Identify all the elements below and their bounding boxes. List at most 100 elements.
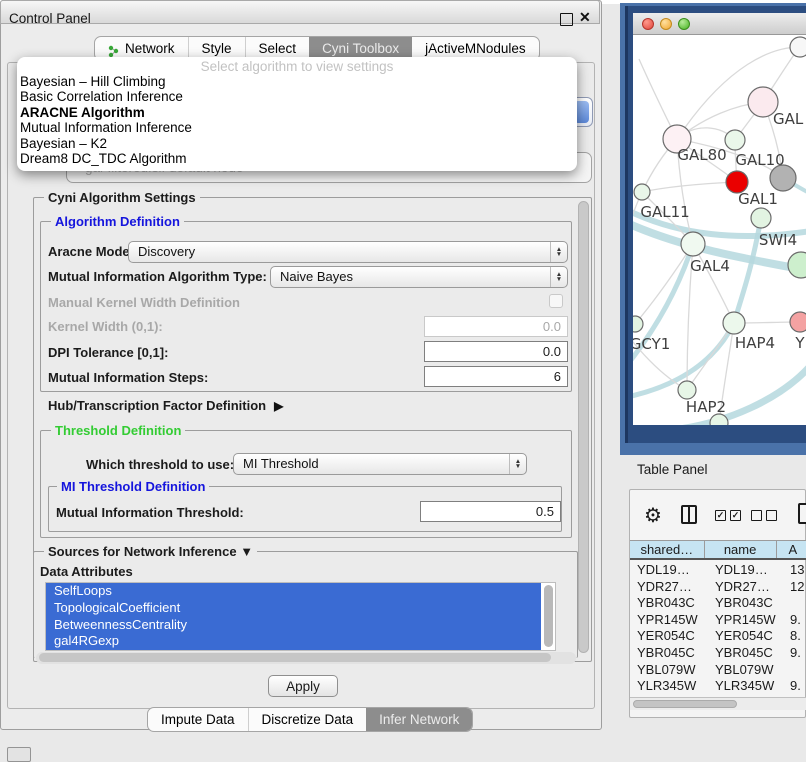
table-row[interactable]: YBL079WYBL079W: [630, 662, 806, 679]
network-node-label: GAL4: [690, 257, 730, 275]
table-panel-title: Table Panel: [637, 462, 708, 477]
column-header-name[interactable]: name: [705, 541, 777, 558]
column-header-shared-name[interactable]: shared…: [630, 541, 705, 558]
network-canvas[interactable]: GALGAL80GAL10GAL1GAL11SWI4GAL4GCY1HAP4YH…: [633, 35, 806, 425]
close-traffic-light-icon[interactable]: [642, 18, 654, 30]
select-all-checkbox-icon-2[interactable]: ✓: [730, 510, 741, 521]
network-node-GAL11[interactable]: [634, 184, 650, 200]
window-title: Control Panel: [9, 11, 91, 26]
network-node-GAL4[interactable]: [681, 232, 705, 256]
manual-kernel-width-checkbox[interactable]: [549, 294, 563, 308]
float-window-icon[interactable]: [560, 13, 573, 26]
tab-impute-data[interactable]: Impute Data: [148, 708, 248, 731]
table-horizontal-scrollbar[interactable]: [633, 700, 737, 708]
network-node-label: GAL80: [677, 146, 726, 164]
aracne-mode-combo[interactable]: Discovery ▲▼: [128, 241, 568, 263]
cyni-algorithm-settings-title: Cyni Algorithm Settings: [44, 190, 200, 205]
mi-threshold-definition-title: MI Threshold Definition: [57, 479, 209, 494]
table-horizontal-scrollbar-track: [630, 697, 806, 710]
combo-stepper-icon: ▲▼: [550, 242, 567, 262]
minimize-traffic-light-icon[interactable]: [660, 18, 672, 30]
dpi-tolerance-field[interactable]: 0.0: [424, 341, 568, 362]
network-node-gray-node[interactable]: [770, 165, 796, 191]
popup-item-basic-correlation[interactable]: Basic Correlation Inference: [17, 89, 577, 104]
popup-item-aracne[interactable]: ARACNE Algorithm: [17, 105, 577, 120]
mi-steps-label: Mutual Information Steps:: [48, 370, 208, 385]
which-threshold-combo[interactable]: MI Threshold ▲▼: [233, 453, 527, 475]
aracne-mode-label: Aracne Mode:: [48, 244, 134, 259]
table-row[interactable]: YBR043CYBR043C: [630, 595, 806, 612]
zoom-traffic-light-icon[interactable]: [678, 18, 690, 30]
network-node-GCY1[interactable]: [633, 316, 643, 332]
network-graph-icon: [108, 42, 120, 55]
chevron-right-icon: ▶: [274, 399, 283, 413]
network-node-HAP2[interactable]: [678, 381, 696, 399]
select-all-checkbox-icon[interactable]: ✓: [715, 510, 726, 521]
gear-icon[interactable]: ⚙: [644, 503, 662, 528]
network-node-label: GAL11: [640, 203, 689, 221]
network-node-label: Y: [794, 334, 805, 352]
apply-button[interactable]: Apply: [268, 675, 338, 697]
algorithm-definition-title: Algorithm Definition: [51, 214, 184, 229]
network-node-Y-pink[interactable]: [790, 312, 806, 332]
table-row[interactable]: YBR045CYBR045C9.: [630, 645, 806, 662]
kernel-width-label: Kernel Width (0,1):: [48, 319, 163, 334]
table-row[interactable]: YLR345WYLR345W9.: [630, 678, 806, 695]
popup-item-dream8[interactable]: Dream8 DC_TDC Algorithm: [17, 151, 577, 166]
list-item-selfloops[interactable]: SelfLoops: [46, 583, 541, 600]
tab-discretize-data[interactable]: Discretize Data: [248, 708, 367, 731]
network-node-GAL10[interactable]: [725, 130, 745, 150]
deselect-checkbox-icon[interactable]: [751, 510, 762, 521]
table-row[interactable]: YPR145WYPR145W9.: [630, 612, 806, 629]
bottom-tabbar: Impute Data Discretize Data Infer Networ…: [147, 707, 473, 732]
list-item-betweennesscentrality[interactable]: BetweennessCentrality: [46, 617, 541, 634]
kernel-width-field[interactable]: 0.0: [424, 316, 568, 337]
algorithm-dropdown-popup: Select algorithm to view settings Bayesi…: [17, 57, 577, 171]
column-header-partial[interactable]: A: [777, 541, 806, 558]
sources-title[interactable]: Sources for Network Inference ▼: [44, 544, 257, 559]
which-threshold-label: Which threshold to use:: [86, 457, 234, 472]
combo-stepper-icon: ▲▼: [509, 454, 526, 474]
network-window-titlebar[interactable]: [633, 13, 806, 35]
network-node-edge-top[interactable]: [790, 37, 806, 57]
combo-stepper-icon: ▲▼: [550, 267, 567, 287]
network-node-label: GCY1: [633, 335, 670, 353]
table-row[interactable]: YER054CYER054C8.: [630, 628, 806, 645]
close-icon[interactable]: ✕: [579, 9, 591, 26]
split-view-icon[interactable]: [681, 505, 697, 524]
network-node-SWI4[interactable]: [751, 208, 771, 228]
network-node-label: SWI4: [759, 231, 797, 249]
table-body: YDL19…YDL19…13 YDR27…YDR27…12 YBR043CYBR…: [630, 562, 806, 697]
hub-definition-toggle[interactable]: Hub/Transcription Factor Definition▶: [48, 398, 283, 413]
chevron-down-icon: ▼: [240, 544, 253, 559]
mi-threshold-label: Mutual Information Threshold:: [56, 505, 244, 520]
list-item-topologicalcoefficient[interactable]: TopologicalCoefficient: [46, 600, 541, 617]
mi-algorithm-type-combo[interactable]: Naive Bayes ▲▼: [270, 266, 568, 288]
popup-item-mutual-information[interactable]: Mutual Information Inference: [17, 120, 577, 135]
list-item-gal4rgexp[interactable]: gal4RGexp: [46, 633, 541, 650]
network-node-label: HAP2: [686, 398, 726, 416]
network-edge[interactable]: [687, 323, 734, 390]
settings-horizontal-scrollbar-track: [36, 652, 576, 664]
settings-horizontal-scrollbar[interactable]: [39, 653, 551, 662]
table-row[interactable]: YDL19…YDL19…13: [630, 562, 806, 579]
popup-item-bayesian-k2[interactable]: Bayesian – K2: [17, 136, 577, 151]
network-node-big-green[interactable]: [788, 252, 806, 278]
manual-kernel-width-label: Manual Kernel Width Definition: [48, 295, 240, 310]
tab-infer-network[interactable]: Infer Network: [366, 708, 472, 731]
network-edge[interactable]: [642, 182, 737, 192]
settings-vertical-scrollbar[interactable]: [578, 201, 589, 653]
network-node-HAP4[interactable]: [723, 312, 745, 334]
mi-algorithm-type-label: Mutual Information Algorithm Type:: [48, 269, 267, 284]
table-header-row: shared… name A: [630, 540, 806, 560]
list-vertical-scrollbar[interactable]: [544, 585, 553, 647]
data-attributes-label: Data Attributes: [40, 564, 133, 579]
table-row[interactable]: YDR27…YDR27…12: [630, 579, 806, 596]
mi-threshold-field[interactable]: 0.5: [420, 501, 561, 522]
deselect-checkbox-icon-2[interactable]: [766, 510, 777, 521]
popup-item-bayesian-hill-climbing[interactable]: Bayesian – Hill Climbing: [17, 74, 577, 89]
document-icon[interactable]: [798, 503, 806, 524]
network-node-label: GAL1: [738, 190, 778, 208]
minimized-panel-button[interactable]: [7, 747, 31, 762]
mi-steps-field[interactable]: 6: [424, 366, 568, 387]
